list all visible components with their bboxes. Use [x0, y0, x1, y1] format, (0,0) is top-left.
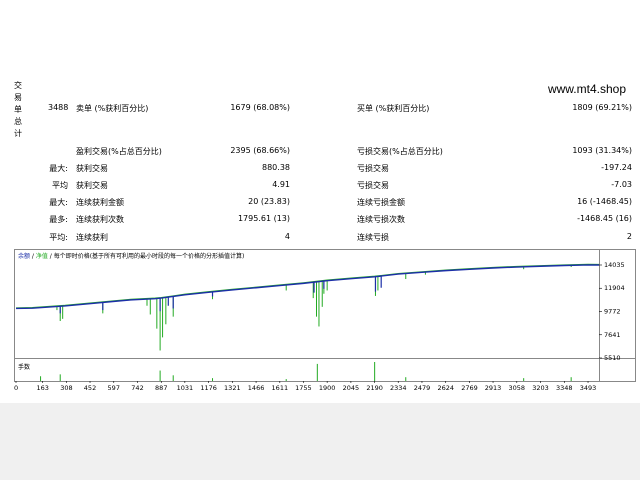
volume-bar	[405, 377, 407, 381]
volume-bar	[570, 377, 572, 381]
site-watermark: www.mt4.shop	[547, 82, 626, 96]
volume-bar	[316, 363, 318, 381]
stats-c3-label: 连续亏损	[357, 233, 389, 242]
x-tick-label: 1466	[248, 384, 265, 392]
side-char: 总	[14, 117, 22, 126]
stats-c3-value: -197.24	[601, 163, 632, 172]
x-tick-label: 308	[60, 384, 72, 392]
stats-c2-label: 盈利交易(%占总百分比)	[76, 147, 162, 156]
stats-c2-label: 卖单 (%获利百分比)	[76, 104, 149, 113]
stats-c2-value: 2395 (68.66%)	[230, 146, 290, 155]
stats-c2-label: 连续获利	[76, 233, 108, 242]
stats-row: 最大: 获利交易 880.38 亏损交易 -197.24	[0, 163, 640, 177]
volume-bar	[212, 378, 214, 381]
stats-c2-label: 获利交易	[76, 164, 108, 173]
x-tick-label: 2334	[390, 384, 407, 392]
x-tick-label: 2479	[414, 384, 431, 392]
volume-bar	[172, 375, 174, 381]
x-tick-label: 2769	[461, 384, 478, 392]
x-tick-label: 3058	[509, 384, 526, 392]
x-tick-label: 1611	[272, 384, 289, 392]
stats-row: 平均 获利交易 4.91 亏损交易 -7.03	[0, 180, 640, 194]
stats-c2-label: 连续获利次数	[76, 215, 124, 224]
y-tick-label: 7641	[604, 331, 621, 339]
x-tick-label: 452	[84, 384, 96, 392]
stats-c2-value: 1795.61 (13)	[237, 214, 290, 223]
x-tick-label: 1321	[224, 384, 241, 392]
x-tick-label: 597	[108, 384, 120, 392]
stats-c3-label: 亏损交易	[357, 164, 389, 173]
chart-legend: 余额 / 净值 / 每个即时价格(基于所有可利用的最小时段的每一个价格的分形插值…	[18, 252, 244, 260]
bottom-band	[0, 403, 640, 480]
x-tick-label: 1176	[200, 384, 217, 392]
stats-c3-label: 亏损交易(%占总百分比)	[357, 147, 443, 156]
y-tick-label: 5510	[604, 354, 621, 362]
stats-c3-label: 买单 (%获利百分比)	[357, 104, 430, 113]
stats-row: 平均: 连续获利 4 连续亏损 2	[0, 232, 640, 246]
stats-c3-value: 16 (-1468.45)	[577, 197, 632, 206]
stats-c3-value: -7.03	[611, 180, 632, 189]
x-tick-label: 1031	[177, 384, 194, 392]
x-tick-label: 1755	[295, 384, 312, 392]
stats-c3-value: -1468.45 (16)	[577, 214, 632, 223]
x-tick-label: 2913	[485, 384, 502, 392]
x-tick-label: 163	[36, 384, 48, 392]
stats-c3-value: 1809 (69.21%)	[572, 103, 632, 112]
stats-c2-value: 4	[284, 232, 290, 241]
stats-row: 3488 卖单 (%获利百分比) 1679 (68.08%) 买单 (%获利百分比) 1…	[0, 103, 640, 117]
y-tick-label: 14035	[604, 261, 625, 269]
stats-row: 最大: 连续获利金额 20 (23.83) 连续亏损金额 16 (-1468.45)	[0, 197, 640, 211]
stats-c3-value: 1093 (31.34%)	[572, 146, 632, 155]
y-tick-label: 11904	[604, 284, 625, 292]
stats-c3-value: 2	[626, 232, 632, 241]
stats-c2-value: 4.91	[272, 180, 290, 189]
side-char: 计	[14, 129, 22, 138]
stats-c1-value: 3488	[48, 103, 69, 112]
stats-c2-value: 880.38	[262, 163, 290, 172]
stats-c1-label: 最大:	[49, 198, 68, 207]
y-tick-label: 9772	[604, 308, 621, 316]
stats-row: 盈利交易(%占总百分比) 2395 (68.66%) 亏损交易(%占总百分比) 109…	[0, 146, 640, 160]
volume-bar	[40, 376, 42, 381]
chart-frame	[14, 249, 636, 382]
x-tick-label: 3203	[532, 384, 549, 392]
x-tick-label: 742	[131, 384, 143, 392]
volume-bar	[159, 370, 161, 381]
x-tick-label: 0	[14, 384, 18, 392]
stats-c1-label: 最多:	[49, 215, 68, 224]
stats-c2-value: 20 (23.83)	[248, 197, 290, 206]
stats-c3-label: 连续亏损次数	[357, 215, 405, 224]
volume-bar	[374, 362, 376, 381]
x-tick-label: 887	[155, 384, 167, 392]
equity-chart: 余额 / 净值 / 每个即时价格(基于所有可利用的最小时段的每一个价格的分形插值…	[14, 249, 636, 403]
x-tick-label: 2045	[343, 384, 360, 392]
stats-row: 最多: 连续获利次数 1795.61 (13) 连续亏损次数 -1468.45 (16)	[0, 214, 640, 228]
stats-c1-label: 平均:	[49, 233, 68, 242]
x-tick-label: 2190	[366, 384, 383, 392]
equity-chart-svg: 余额 / 净值 / 每个即时价格(基于所有可利用的最小时段的每一个价格的分形插值…	[14, 249, 636, 392]
stats-c3-label: 连续亏损金额	[357, 198, 405, 207]
x-tick-label: 3493	[580, 384, 597, 392]
stats-c3-label: 亏损交易	[357, 181, 389, 190]
volume-bar	[285, 379, 287, 381]
volume-bar	[59, 374, 61, 381]
stats-c2-label: 获利交易	[76, 181, 108, 190]
stats-c1-label: 最大:	[49, 164, 68, 173]
side-char: 交	[14, 81, 22, 90]
x-tick-label: 2624	[437, 384, 454, 392]
volume-bar	[523, 378, 525, 381]
x-tick-label: 1900	[319, 384, 336, 392]
x-tick-label: 3348	[556, 384, 573, 392]
stats-c2-value: 1679 (68.08%)	[230, 103, 290, 112]
stats-c1-label: 平均	[52, 181, 68, 190]
stats-c2-label: 连续获利金额	[76, 198, 124, 207]
volume-label: 手数	[18, 363, 30, 371]
